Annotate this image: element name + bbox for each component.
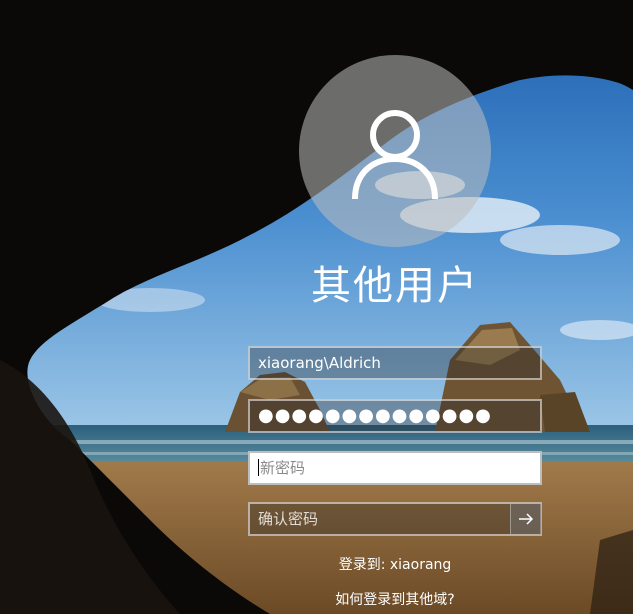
submit-button[interactable] — [510, 504, 541, 534]
confirm-password-field[interactable]: 确认密码 — [248, 502, 542, 536]
password-field[interactable]: ●●●●●●●●●●●●●● — [248, 399, 542, 433]
text-caret — [258, 459, 259, 476]
other-domain-link[interactable]: 如何登录到其他域? — [245, 590, 545, 610]
user-avatar — [299, 55, 491, 247]
new-password-placeholder: 新密码 — [260, 459, 306, 477]
sign-in-to-label: 登录到: xiaorang — [338, 557, 452, 573]
username-field[interactable]: xiaorang\Aldrich — [248, 346, 542, 380]
confirm-password-placeholder: 确认密码 — [258, 510, 319, 528]
arrow-right-icon — [519, 513, 534, 525]
user-silhouette-icon — [352, 110, 438, 200]
new-password-field[interactable]: 新密码 — [248, 451, 542, 485]
user-display-name: 其他用户 — [311, 263, 479, 309]
